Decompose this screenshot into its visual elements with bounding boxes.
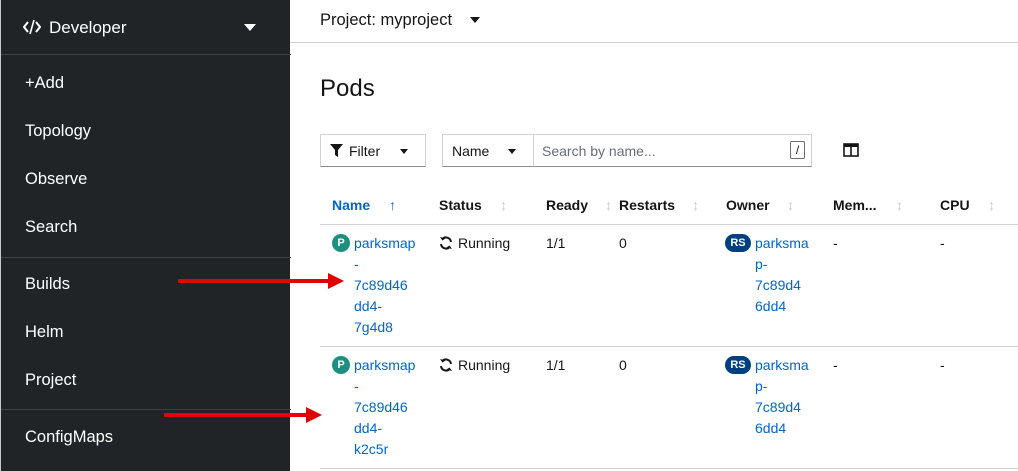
pod-ready: 1/1 (546, 357, 566, 373)
sync-icon (440, 236, 452, 250)
pod-restarts: 0 (619, 235, 627, 251)
filter-type-label: Name (452, 143, 490, 159)
nav-item-configmaps[interactable]: ConfigMaps (25, 428, 113, 447)
pod-badge: P (332, 234, 350, 252)
sync-icon (440, 358, 452, 372)
pod-cpu: - (940, 357, 945, 373)
nav-item-topology[interactable]: Topology (25, 122, 91, 141)
nav-item-project[interactable]: Project (25, 371, 76, 390)
pod-name-link[interactable]: parksmap - 7c89d46 dd4- k2c5r (354, 355, 415, 460)
row-divider (320, 468, 1018, 469)
search-input[interactable] (533, 134, 812, 167)
owner-link[interactable]: parksma p- 7c89d4 6dd4 (755, 233, 809, 317)
column-header-owner[interactable]: Owner (726, 197, 770, 213)
sort-icon[interactable]: ↕ (988, 197, 995, 213)
column-header-restarts[interactable]: Restarts (619, 197, 675, 213)
row-divider (320, 346, 1018, 347)
pod-memory: - (833, 357, 838, 373)
sort-icon[interactable]: ↕ (692, 197, 699, 213)
pod-status: Running (458, 357, 511, 373)
column-header-status[interactable]: Status (439, 197, 482, 213)
owner-link[interactable]: parksma p- 7c89d4 6dd4 (755, 355, 809, 439)
caret-down-icon (244, 24, 256, 31)
caret-down-icon[interactable] (470, 17, 480, 23)
filter-button[interactable]: Filter (320, 134, 426, 167)
pod-name-link[interactable]: parksmap - 7c89d46 dd4- 7g4d8 (354, 233, 415, 338)
sort-icon[interactable]: ↕ (605, 197, 612, 213)
perspective-switcher[interactable]: Developer (1, 0, 291, 55)
filter-type-select[interactable]: Name (442, 134, 534, 167)
sort-ascending-icon[interactable]: ↑ (389, 197, 396, 213)
sidebar: Developer +Add Topology Observe Search B… (0, 0, 291, 471)
main-content: Project: myproject Pods Filter Name / Na… (290, 0, 1018, 471)
nav-item-helm[interactable]: Helm (25, 323, 64, 342)
nav-divider (1, 257, 291, 258)
project-selector[interactable]: Project: myproject (320, 11, 452, 30)
nav-item-add[interactable]: +Add (25, 74, 64, 93)
pod-badge: P (332, 356, 350, 374)
caret-down-icon (508, 149, 516, 154)
sort-icon[interactable]: ↕ (896, 197, 903, 213)
sort-icon[interactable]: ↕ (500, 197, 507, 213)
annotation-arrow (178, 273, 344, 289)
manage-columns-icon[interactable] (843, 143, 859, 157)
filter-icon (330, 144, 343, 157)
pod-ready: 1/1 (546, 235, 566, 251)
replicaset-badge: RS (725, 356, 751, 374)
nav-item-search[interactable]: Search (25, 218, 77, 237)
filter-label: Filter (349, 143, 381, 159)
column-header-ready[interactable]: Ready (546, 197, 588, 213)
column-header-cpu[interactable]: CPU (940, 197, 970, 213)
caret-down-icon (400, 149, 408, 154)
pod-memory: - (833, 235, 838, 251)
pod-restarts: 0 (619, 357, 627, 373)
perspective-label: Developer (49, 18, 127, 37)
column-header-memory[interactable]: Mem... (833, 197, 877, 213)
column-header-name[interactable]: Name (332, 197, 370, 213)
pod-cpu: - (940, 235, 945, 251)
page-title: Pods (320, 75, 375, 102)
nav-item-observe[interactable]: Observe (25, 170, 87, 189)
table-header-divider (320, 224, 1018, 225)
project-bar: Project: myproject (290, 0, 1018, 43)
nav-item-builds[interactable]: Builds (25, 275, 70, 294)
replicaset-badge: RS (725, 234, 751, 252)
keyboard-shortcut-hint: / (790, 141, 805, 159)
code-icon (23, 19, 41, 35)
pod-status: Running (458, 235, 511, 251)
annotation-arrow (164, 407, 322, 423)
sort-icon[interactable]: ↕ (787, 197, 794, 213)
